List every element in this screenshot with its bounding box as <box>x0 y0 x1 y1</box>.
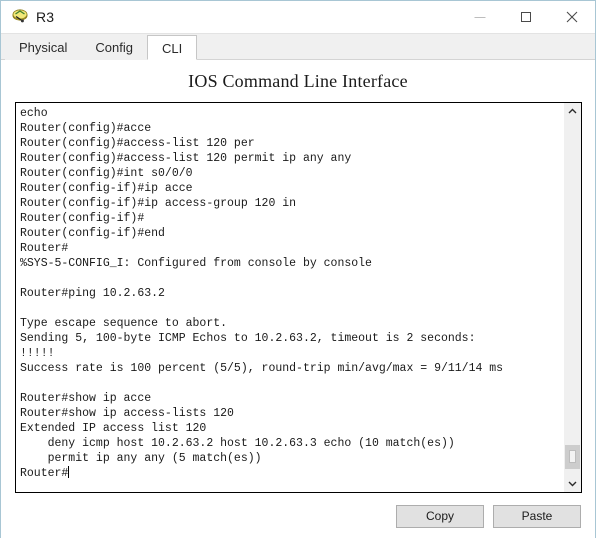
chevron-down-icon <box>568 481 577 487</box>
scrollbar-thumb[interactable] <box>565 445 580 469</box>
terminal-line: Router(config-if)# <box>20 212 145 225</box>
copy-button-label: Copy <box>425 509 454 523</box>
close-button[interactable] <box>549 1 595 32</box>
text-caret <box>68 466 70 478</box>
terminal-container: echo Router(config)#acce Router(config)#ac… <box>15 102 582 493</box>
terminal-line: Router#show ip access-lists 120 <box>20 407 234 420</box>
terminal-line: Router(config-if)#ip access-group 120 in <box>20 197 297 210</box>
terminal-output[interactable]: echo Router(config)#acce Router(config)#ac… <box>16 103 563 492</box>
tab-cli[interactable]: CLI <box>147 35 198 60</box>
terminal-line: Success rate is 100 percent (5/5), round… <box>20 362 504 375</box>
scrollbar-track[interactable] <box>564 120 581 475</box>
tab-physical-label: Physical <box>19 40 68 55</box>
terminal-line: Router#ping 10.2.63.2 <box>20 287 165 300</box>
terminal-line: permit ip any any (5 match(es)) <box>20 452 262 465</box>
terminal-prompt-line[interactable]: Router# <box>20 466 563 481</box>
terminal-line: Type escape sequence to abort. <box>20 317 228 330</box>
terminal-line: Router(config)#int s0/0/0 <box>20 167 193 180</box>
maximize-button[interactable] <box>503 1 549 32</box>
terminal-prompt-text: Router# <box>20 467 69 480</box>
chevron-up-icon <box>568 108 577 114</box>
terminal-line: Router#show ip acce <box>20 392 152 405</box>
window-controls <box>457 1 595 32</box>
cli-panel: IOS Command Line Interface echo Router(co… <box>1 60 595 539</box>
action-button-row: Copy Paste <box>1 493 595 539</box>
scrollbar-up-button[interactable] <box>564 103 581 120</box>
terminal-line: echo <box>20 107 48 120</box>
window-title: R3 <box>36 9 55 25</box>
terminal-line: deny icmp host 10.2.63.2 host 10.2.63.3 … <box>20 437 455 450</box>
terminal-line: Router# <box>20 242 69 255</box>
terminal-line: Router(config)#acce <box>20 122 152 135</box>
tab-config-label: Config <box>95 40 133 55</box>
terminal-line: Router(config-if)#ip acce <box>20 182 193 195</box>
copy-button[interactable]: Copy <box>396 504 484 528</box>
tab-physical[interactable]: Physical <box>5 35 82 60</box>
paste-button-label: Paste <box>521 509 553 523</box>
page-title: IOS Command Line Interface <box>188 71 408 91</box>
tab-config[interactable]: Config <box>81 35 147 60</box>
scrollbar-down-button[interactable] <box>564 475 581 492</box>
terminal-line: Router(config)#access-list 120 per <box>20 137 255 150</box>
terminal-line: Sending 5, 100-byte ICMP Echos to 10.2.6… <box>20 332 476 345</box>
minimize-button[interactable] <box>457 1 503 32</box>
terminal-line: %SYS-5-CONFIG_I: Configured from console… <box>20 257 372 270</box>
terminal-line: Router(config)#access-list 120 permit ip… <box>20 152 352 165</box>
cli-window: R3 Physical Config CLI IOS Command Line … <box>0 0 596 539</box>
terminal-scrollbar[interactable] <box>563 103 581 492</box>
tab-strip: Physical Config CLI <box>1 34 595 60</box>
router-icon <box>11 8 29 26</box>
terminal-line: Extended IP access list 120 <box>20 422 207 435</box>
terminal-line: Router(config-if)#end <box>20 227 165 240</box>
paste-button[interactable]: Paste <box>493 504 581 528</box>
tab-cli-label: CLI <box>162 41 183 56</box>
terminal-line: !!!!! <box>20 347 55 360</box>
window-titlebar: R3 <box>1 1 595 34</box>
